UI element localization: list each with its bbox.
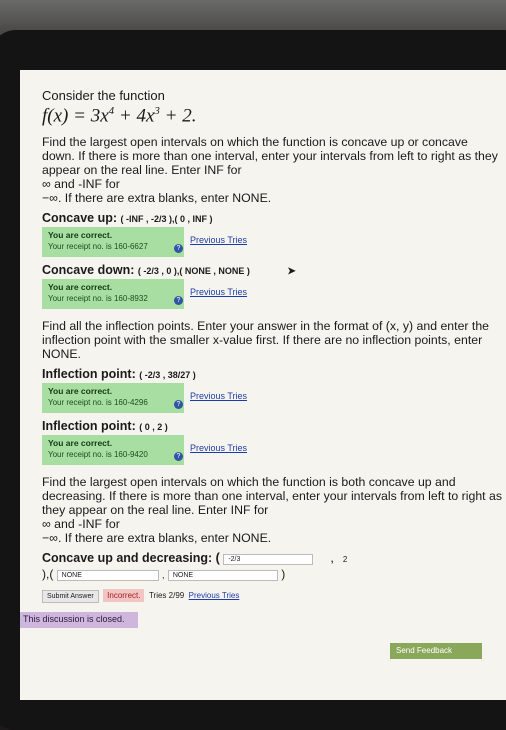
comma: , xyxy=(162,570,165,581)
send-feedback-button[interactable]: Send Feedback xyxy=(390,643,482,659)
receipt-text: Your receipt no. is 160-4296 xyxy=(48,398,148,408)
formula-part: f(x) = 3x xyxy=(42,105,109,127)
concave-up-decreasing-row: Concave up and decreasing: ( -2/3 , 2 xyxy=(42,551,502,565)
discussion-closed-banner: This discussion is closed. xyxy=(20,612,138,628)
formula-part: + 4x xyxy=(114,105,155,127)
part3-prompt: Find the largest open intervals on which… xyxy=(42,475,502,518)
divider xyxy=(42,465,502,475)
function-formula: f(x) = 3x4 + 4x3 + 2. xyxy=(42,105,502,127)
mouse-cursor-icon: ➤ xyxy=(287,266,296,278)
concave-down-label: Concave down: xyxy=(42,263,135,278)
concave-down-row: Concave down: ( -2/3 , 0 ),( NONE , NONE… xyxy=(42,263,502,277)
previous-tries-link[interactable]: Previous Tries xyxy=(190,391,247,401)
correct-text: You are correct. xyxy=(48,230,113,241)
concave-down-status: You are correct. Your receipt no. is 160… xyxy=(42,279,372,310)
divider xyxy=(42,309,502,319)
submit-row: Submit Answer Incorrect. Tries 2/99 Prev… xyxy=(42,585,502,604)
concave-up-status: You are correct. Your receipt no. is 160… xyxy=(42,227,372,258)
previous-tries-link[interactable]: Previous Tries xyxy=(190,235,247,245)
close-paren: ) xyxy=(281,567,286,582)
open-paren: ( xyxy=(215,551,220,566)
correct-text: You are correct. xyxy=(48,438,113,449)
previous-tries-link[interactable]: Previous Tries xyxy=(189,591,240,600)
part3-neg-inf-line: −∞. If there are extra blanks, enter NON… xyxy=(42,531,272,546)
part1-neg-inf-line: −∞. If there are extra blanks, enter NON… xyxy=(42,191,272,206)
part1-prompt: Find the largest open intervals on which… xyxy=(42,135,498,178)
comma: , xyxy=(330,554,334,565)
part2-prompt: Find all the inflection points. Enter yo… xyxy=(42,319,490,362)
receipt-text: Your receipt no. is 160-8932 xyxy=(48,294,148,304)
concave-up-decreasing-label: Concave up and decreasing: xyxy=(42,551,213,566)
part3-inf-line: ∞ and -INF for xyxy=(42,517,120,532)
receipt-text: Your receipt no. is 160-9420 xyxy=(48,450,148,460)
formula-part: + 2. xyxy=(159,105,197,127)
interval-input-3[interactable]: NONE xyxy=(167,569,278,581)
receipt-text: Your receipt no. is 160-6627 xyxy=(48,242,148,252)
inflection-point-2-row: Inflection point: ( 0 , 2 ) xyxy=(42,419,502,433)
interval-input-2[interactable]: NONE xyxy=(56,569,159,581)
inflection-point-1-answer: ( -2/3 , 38/27 ) xyxy=(139,370,196,381)
correct-text: You are correct. xyxy=(48,282,113,293)
row2-prefix: ),( xyxy=(42,567,54,582)
previous-tries-link[interactable]: Previous Tries xyxy=(190,287,247,297)
screen: Consider the function f(x) = 3x4 + 4x3 +… xyxy=(20,70,506,700)
problem-intro: Consider the function xyxy=(42,88,165,103)
inflection-point-2-answer: ( 0 , 2 ) xyxy=(139,422,168,433)
problem-content: Consider the function f(x) = 3x4 + 4x3 +… xyxy=(42,88,502,604)
tries-count: Tries 2/99 xyxy=(148,591,185,601)
inflection-point-2-status: You are correct. Your receipt no. is 160… xyxy=(42,435,372,466)
previous-tries-link[interactable]: Previous Tries xyxy=(190,443,247,453)
submit-answer-button[interactable]: Submit Answer xyxy=(42,590,99,604)
inflection-point-label: Inflection point: xyxy=(42,367,136,382)
part1-inf-line: ∞ and -INF for xyxy=(42,177,120,192)
inflection-point-1-status: You are correct. Your receipt no. is 160… xyxy=(42,383,372,414)
incorrect-badge: Incorrect. xyxy=(103,589,145,603)
right-bound-value: 2 xyxy=(342,555,348,565)
concave-up-answer: ( -INF , -2/3 ),( 0 , INF ) xyxy=(120,214,213,225)
concave-down-answer: ( -2/3 , 0 ),( NONE , NONE ) xyxy=(137,266,250,277)
correct-text: You are correct. xyxy=(48,386,113,397)
inflection-point-1-row: Inflection point: ( -2/3 , 38/27 ) xyxy=(42,367,502,381)
concave-up-label: Concave up: xyxy=(42,211,118,226)
inflection-point-label: Inflection point: xyxy=(42,419,136,434)
concave-up-row: Concave up: ( -INF , -2/3 ),( 0 , INF ) xyxy=(42,211,502,225)
interval-input-1[interactable]: -2/3 xyxy=(223,553,314,565)
interval-row-2: ),( NONE , NONE ) xyxy=(42,567,502,581)
